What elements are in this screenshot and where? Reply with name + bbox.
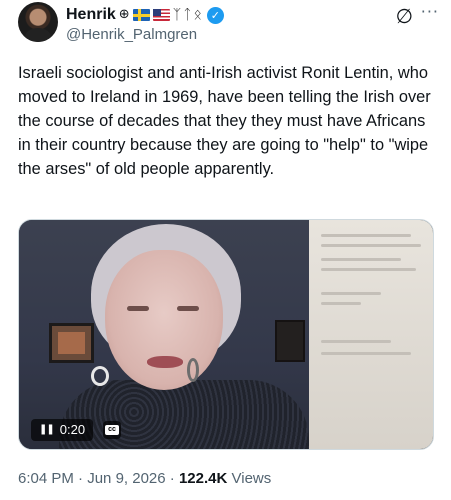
speaker-sweater [59, 380, 309, 449]
views-count: 122.4K [178, 470, 228, 487]
cc-icon: cc [105, 425, 119, 435]
wall-picture-left [49, 323, 94, 363]
earring-right [187, 358, 199, 382]
tweet-header: Henrik ⊕ ᛉᛏᛟ ✓ @Henrik_Palmgren ∅ ··· [18, 2, 443, 48]
speaker-eye-left [127, 306, 149, 311]
tweet-date[interactable]: Jun 9, 2026 [87, 470, 165, 487]
panel-text-line [321, 292, 381, 295]
meta-separator: · [165, 470, 179, 487]
meta-separator: · [73, 470, 88, 487]
verified-badge-icon[interactable]: ✓ [206, 6, 224, 24]
author-display-name[interactable]: Henrik [66, 6, 116, 24]
grok-icon[interactable]: ∅ [396, 6, 413, 26]
avatar[interactable] [18, 2, 58, 42]
runes-text: ᛉᛏᛟ [172, 7, 204, 23]
panel-text-line [321, 258, 401, 261]
earring-left [91, 366, 109, 386]
speaker-face [105, 250, 223, 390]
views-label: Views [231, 470, 272, 487]
author-handle[interactable]: @Henrik_Palmgren [66, 26, 197, 43]
video-side-panel [309, 220, 433, 449]
author-name-row: Henrik ⊕ ᛉᛏᛟ ✓ [66, 6, 224, 24]
speaker-mouth [147, 356, 183, 368]
video-time-control[interactable]: ❚❚ 0:20 [31, 419, 94, 441]
panel-text-line [321, 352, 411, 355]
panel-text-line [321, 234, 411, 237]
wall-picture-right [275, 320, 305, 362]
tweet-time[interactable]: 6:04 PM [18, 470, 74, 487]
panel-text-line [321, 244, 421, 247]
more-options-icon[interactable]: ··· [421, 4, 439, 20]
panel-text-line [321, 268, 416, 271]
speaker-eye-right [177, 306, 199, 311]
sweden-flag-icon [132, 9, 150, 21]
panel-text-line [321, 302, 361, 305]
closed-captions-button[interactable]: cc [103, 421, 121, 439]
video-time: 0:20 [59, 422, 86, 437]
video-player[interactable]: ❚❚ 0:20 cc [18, 219, 434, 450]
usa-flag-icon [152, 9, 170, 21]
pause-icon[interactable]: ❚❚ [39, 419, 55, 441]
panel-text-line [321, 340, 391, 343]
tweet-meta: 6:04 PM · Jun 9, 2026 · 122.4K Views [18, 470, 271, 487]
tweet-text: Israeli sociologist and anti-Irish activ… [18, 64, 431, 178]
globe-with-meridians-icon: ⊕ [118, 7, 130, 22]
